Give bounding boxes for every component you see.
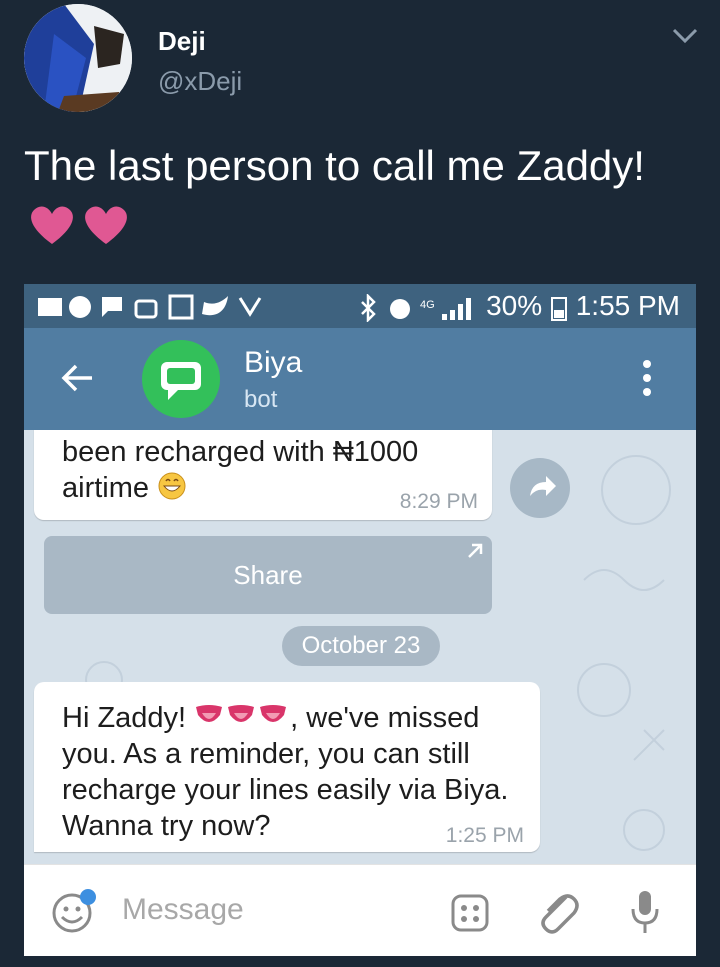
message-input[interactable]: Message xyxy=(122,893,244,927)
notification-icons xyxy=(38,294,262,320)
chat-subtitle: bot xyxy=(244,386,278,413)
bot-commands-icon[interactable] xyxy=(450,893,490,933)
display-name[interactable]: Deji xyxy=(158,26,206,57)
alarm-icon xyxy=(389,298,410,319)
message-bubble[interactable]: been recharged with ₦1000 airtime 8:29 P… xyxy=(34,430,492,520)
svg-text:4G: 4G xyxy=(420,299,435,311)
battery-icon xyxy=(550,296,567,321)
chat-app-bar: Biya bot xyxy=(24,328,696,430)
signal-icon: 4G xyxy=(420,297,472,320)
emoji-smile-icon[interactable] xyxy=(50,887,100,937)
heart-emoji-icon xyxy=(31,206,127,244)
share-arrow-icon xyxy=(530,476,556,496)
message-time: 8:29 PM xyxy=(399,490,478,513)
share-label: Share xyxy=(233,560,303,590)
paperclip-icon[interactable] xyxy=(534,887,582,937)
back-arrow-icon[interactable] xyxy=(60,362,96,394)
telegram-screenshot: 4G 30% 1:55 PM Biya bot been recharged w… xyxy=(24,284,696,956)
date-separator: October 23 xyxy=(282,626,440,666)
share-button[interactable]: Share xyxy=(44,536,492,614)
status-right: 4G 30% 1:55 PM xyxy=(359,288,680,324)
message-time: 1:25 PM xyxy=(445,824,524,847)
message-bubble[interactable]: Hi Zaddy! , we've missed you. As a remin… xyxy=(34,682,540,852)
bot-avatar[interactable] xyxy=(142,340,220,418)
chat-title[interactable]: Biya xyxy=(244,346,302,380)
open-arrow-icon xyxy=(468,543,483,558)
clock: 1:55 PM xyxy=(575,290,680,321)
message-input-bar: Message xyxy=(24,864,696,956)
chat-area[interactable]: been recharged with ₦1000 airtime 8:29 P… xyxy=(24,430,696,864)
more-vert-icon[interactable] xyxy=(642,358,652,398)
tweet-header: Deji @xDeji xyxy=(0,0,720,130)
user-handle[interactable]: @xDeji xyxy=(158,66,242,97)
microphone-icon[interactable] xyxy=(630,887,660,937)
bluetooth-icon xyxy=(360,293,376,322)
battery-percent: 30% xyxy=(486,290,543,321)
tweet-text: The last person to call me Zaddy! xyxy=(24,142,645,189)
grinning-emoji-icon xyxy=(158,472,186,500)
tongue-emoji-icon xyxy=(196,705,287,722)
status-bar: 4G 30% 1:55 PM xyxy=(24,284,696,328)
chevron-down-icon[interactable] xyxy=(668,22,702,50)
user-avatar[interactable] xyxy=(24,4,132,112)
forward-button[interactable] xyxy=(510,458,570,518)
